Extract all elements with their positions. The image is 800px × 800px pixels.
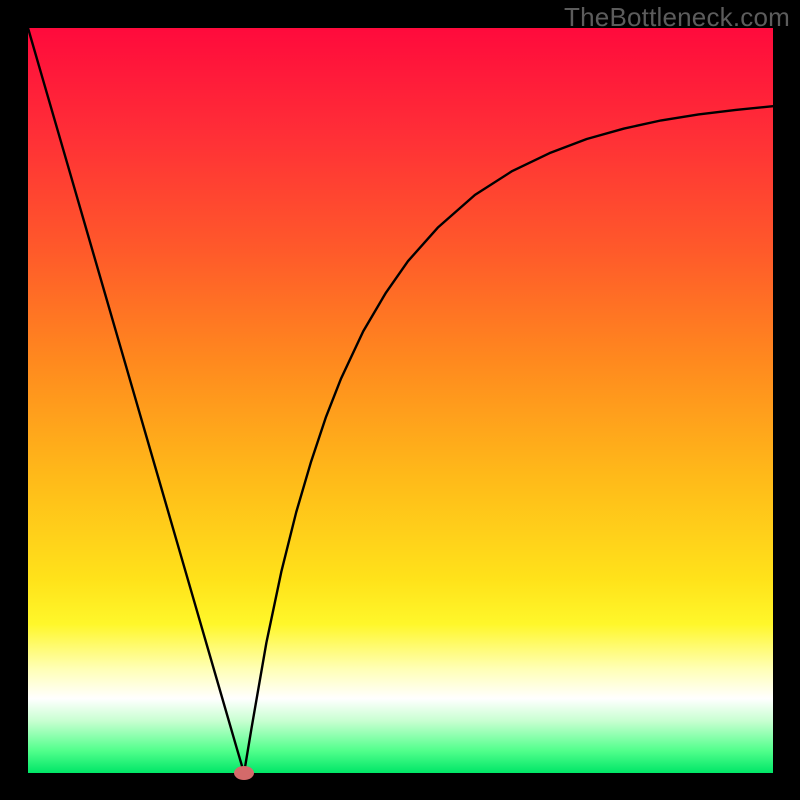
plot-area [28, 28, 773, 773]
minimum-marker [234, 766, 254, 780]
chart-stage: TheBottleneck.com [0, 0, 800, 800]
bottleneck-curve [28, 28, 773, 773]
